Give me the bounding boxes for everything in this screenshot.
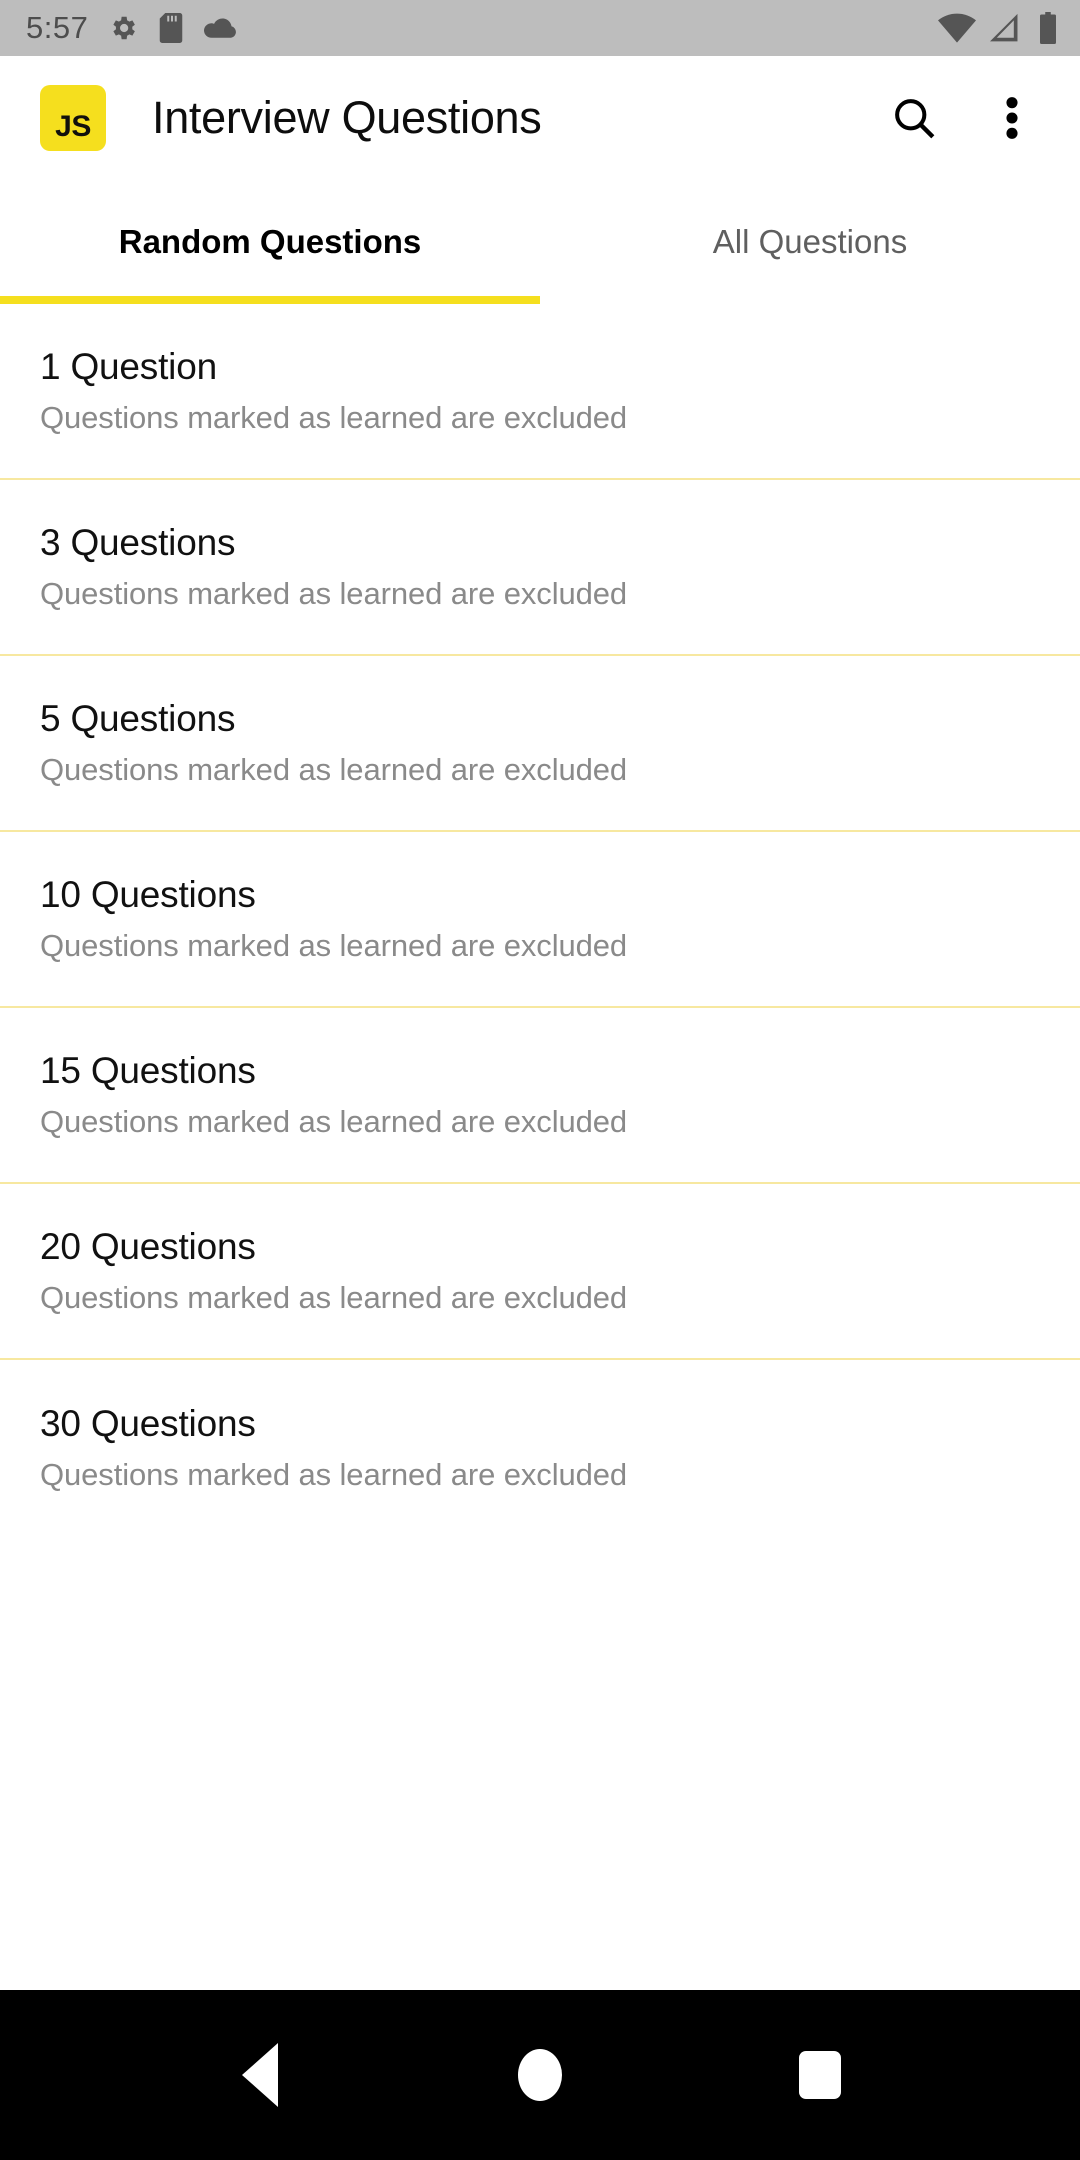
page-title: Interview Questions — [152, 92, 542, 143]
list-item-subtitle: Questions marked as learned are excluded — [40, 400, 628, 436]
list-item-subtitle: Questions marked as learned are excluded — [40, 752, 628, 788]
back-button[interactable] — [215, 2030, 305, 2120]
status-bar-clock: 5:57 — [26, 10, 89, 45]
sd-card-icon — [158, 13, 184, 43]
list-item-subtitle: Questions marked as learned are excluded — [40, 1457, 628, 1493]
list-item[interactable]: 30 Questions Questions marked as learned… — [0, 1360, 1080, 1536]
home-button[interactable] — [495, 2030, 585, 2120]
overflow-menu-button[interactable] — [984, 90, 1040, 146]
recents-square-icon — [799, 2051, 841, 2099]
status-bar-left: 5:57 — [26, 10, 238, 46]
recents-button[interactable] — [775, 2030, 865, 2120]
list-item-title: 5 Questions — [40, 697, 236, 739]
app-logo: JS — [40, 85, 106, 151]
search-button[interactable] — [886, 90, 942, 146]
back-triangle-icon — [242, 2043, 278, 2107]
tab-label: All Questions — [712, 223, 908, 260]
system-navigation-bar — [0, 1990, 1080, 2160]
list-item[interactable]: 20 Questions Questions marked as learned… — [0, 1184, 1080, 1360]
tab-all-questions[interactable]: All Questions — [540, 180, 1080, 304]
list-item-title: 30 Questions — [40, 1402, 256, 1444]
list-item-title: 3 Questions — [40, 521, 236, 563]
list-item[interactable]: 5 Questions Questions marked as learned … — [0, 656, 1080, 832]
phone-screen: 5:57 JS Interview Questions Random Quest… — [0, 0, 1080, 2160]
app-bar: JS Interview Questions — [0, 56, 1080, 180]
list-item-subtitle: Questions marked as learned are excluded — [40, 576, 628, 612]
list-item[interactable]: 3 Questions Questions marked as learned … — [0, 480, 1080, 656]
battery-icon — [1038, 12, 1058, 44]
home-circle-icon — [518, 2049, 562, 2101]
overflow-menu-icon — [1003, 95, 1021, 141]
question-count-list: 1 Question Questions marked as learned a… — [0, 304, 1080, 1990]
tab-label: Random Questions — [118, 223, 422, 260]
cellular-signal-icon — [990, 13, 1024, 43]
tab-bar: Random Questions All Questions — [0, 180, 1080, 304]
list-item-title: 20 Questions — [40, 1225, 256, 1267]
list-item-title: 15 Questions — [40, 1049, 256, 1091]
status-bar-right — [938, 12, 1058, 44]
list-item-subtitle: Questions marked as learned are excluded — [40, 928, 628, 964]
list-item[interactable]: 1 Question Questions marked as learned a… — [0, 304, 1080, 480]
gear-icon — [108, 13, 138, 43]
list-item-subtitle: Questions marked as learned are excluded — [40, 1280, 628, 1316]
list-item-subtitle: Questions marked as learned are excluded — [40, 1104, 628, 1140]
list-item[interactable]: 15 Questions Questions marked as learned… — [0, 1008, 1080, 1184]
list-item[interactable]: 10 Questions Questions marked as learned… — [0, 832, 1080, 1008]
app-bar-actions — [886, 90, 1052, 146]
tab-random-questions[interactable]: Random Questions — [0, 180, 540, 304]
app-logo-text: JS — [55, 110, 91, 143]
search-icon — [891, 95, 937, 141]
list-item-title: 10 Questions — [40, 873, 256, 915]
tab-indicator — [0, 296, 540, 304]
status-bar: 5:57 — [0, 0, 1080, 56]
list-item-title: 1 Question — [40, 345, 217, 387]
cloud-icon — [204, 16, 238, 40]
wifi-icon — [938, 13, 976, 43]
